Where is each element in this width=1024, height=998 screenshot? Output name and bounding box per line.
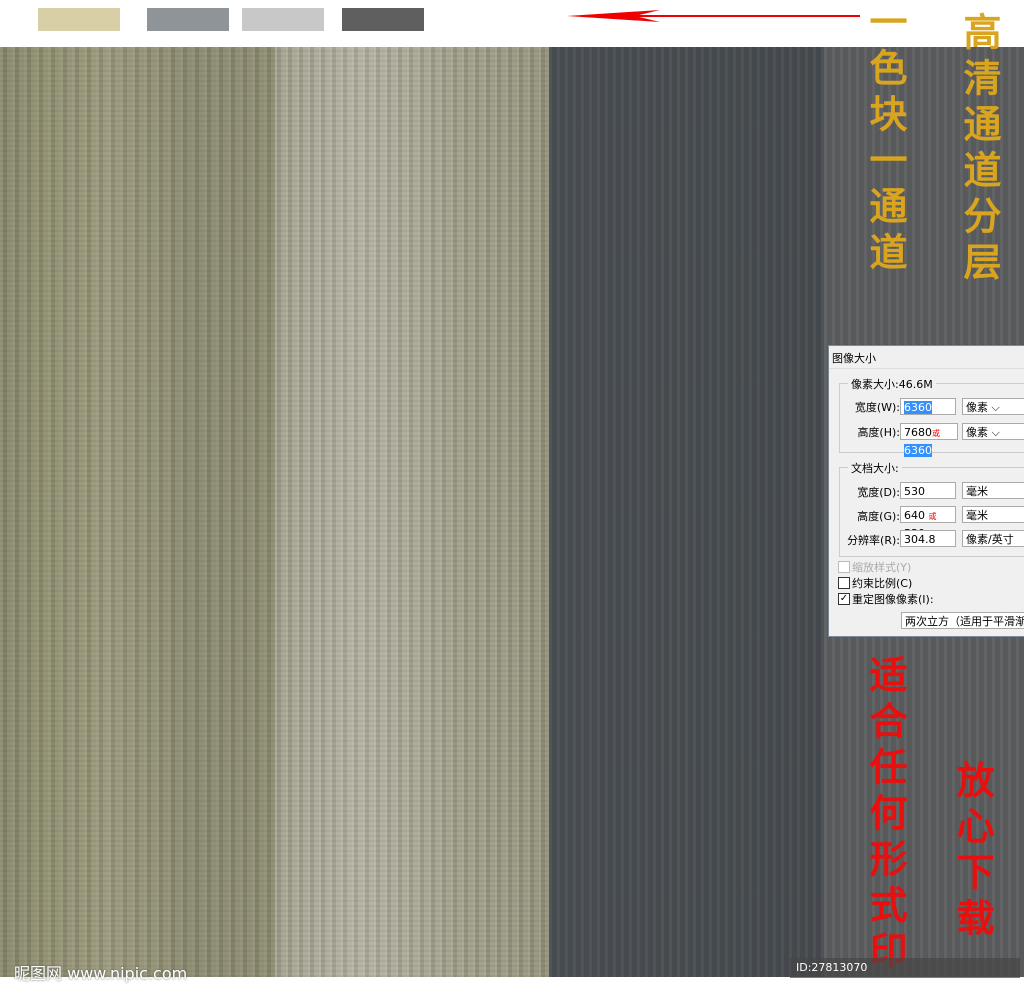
caption-download: 放心下载 bbox=[950, 760, 995, 944]
swatch bbox=[38, 8, 120, 31]
arrow-left-icon bbox=[567, 10, 860, 22]
caption-any-print: 适合任何形式印 bbox=[863, 655, 908, 977]
image-size-dialog: 图像大小 像素大小:46.6M 宽度(W): 6360 像素 ⌵ 高度(H): … bbox=[828, 345, 1024, 637]
resample-label: 重定图像像素(I): bbox=[852, 593, 934, 606]
doc-width-unit-select[interactable]: 毫米 bbox=[962, 482, 1024, 499]
doc-height-label: 高度(G): bbox=[857, 510, 900, 523]
document-size-group: 文档大小: 宽度(D): 530 毫米 高度(G): 640 或 530 毫米 … bbox=[839, 460, 1024, 557]
width-label: 宽度(W): bbox=[854, 401, 900, 414]
resolution-label: 分辨率(R): bbox=[847, 534, 900, 547]
dialog-title: 图像大小 bbox=[832, 352, 876, 365]
scale-styles-checkbox[interactable] bbox=[838, 561, 850, 573]
image-id-label: ID:27813070 NO:20200923090042009083 bbox=[790, 958, 1020, 994]
scale-styles-label: 缩放样式(Y) bbox=[852, 561, 912, 574]
width-unit-select[interactable]: 像素 ⌵ bbox=[962, 398, 1024, 415]
swatch bbox=[342, 8, 424, 31]
resample-checkbox[interactable]: ✓ bbox=[838, 593, 850, 605]
doc-height-input[interactable]: 640 或 530 bbox=[900, 506, 956, 540]
width-input[interactable]: 6360 bbox=[900, 398, 956, 415]
resample-method-select[interactable]: 两次立方（适用于平滑渐变 bbox=[901, 612, 1024, 629]
texture-stripe-2 bbox=[275, 47, 549, 977]
doc-width-input[interactable]: 530 bbox=[900, 482, 956, 499]
constrain-label: 约束比例(C) bbox=[852, 577, 913, 590]
texture-stripe-3 bbox=[549, 47, 824, 977]
constrain-checkbox[interactable] bbox=[838, 577, 850, 589]
resolution-input[interactable]: 304.8 bbox=[900, 530, 956, 547]
resolution-unit-select[interactable]: 像素/英寸 bbox=[962, 530, 1024, 547]
nipic-logo: 昵图网 www.nipic.com bbox=[14, 964, 188, 983]
swatch bbox=[147, 8, 229, 31]
caption-one-channel: 一色块一通道 bbox=[863, 2, 908, 278]
height-input[interactable]: 7680或6360 bbox=[900, 423, 958, 457]
swatch bbox=[242, 8, 324, 31]
pixel-size-label: 像素大小:46.6M bbox=[848, 376, 936, 392]
height-unit-select[interactable]: 像素 ⌵ bbox=[962, 423, 1024, 440]
texture-stripe-1 bbox=[0, 47, 275, 977]
doc-height-unit-select[interactable]: 毫米 bbox=[962, 506, 1024, 523]
doc-width-label: 宽度(D): bbox=[857, 486, 900, 499]
caption-hd-layers: 高清通道分层 bbox=[957, 12, 1002, 288]
height-label: 高度(H): bbox=[857, 426, 900, 439]
document-size-label: 文档大小: bbox=[848, 460, 902, 476]
pixel-size-group: 像素大小:46.6M 宽度(W): 6360 像素 ⌵ 高度(H): 7680或… bbox=[839, 376, 1024, 457]
